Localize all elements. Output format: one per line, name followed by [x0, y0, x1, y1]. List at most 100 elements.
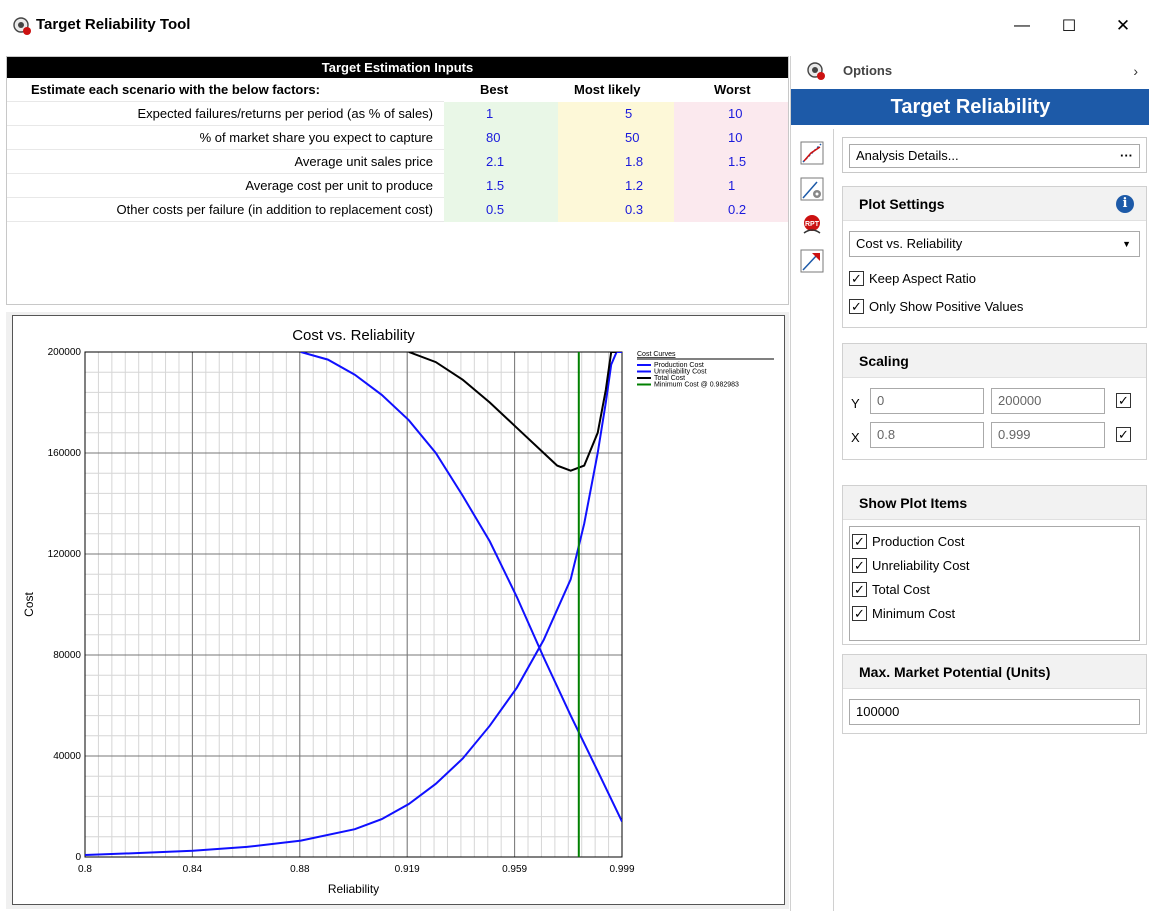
input-row-label: % of market share you expect to capture	[199, 130, 433, 145]
plot-item-row[interactable]: ✓ Total Cost	[852, 578, 930, 600]
keep-aspect-ratio-checkbox[interactable]: ✓	[849, 270, 864, 286]
column-header-factors: Estimate each scenario with the below fa…	[31, 82, 320, 97]
x-axis-label: X	[851, 430, 860, 445]
chart-title: Cost vs. Reliability	[292, 327, 415, 344]
keep-aspect-ratio-row[interactable]: ✓ Keep Aspect Ratio	[849, 267, 976, 289]
best-value-cell[interactable]: 80	[444, 126, 558, 150]
max-market-potential-title: Max. Market Potential (Units)	[843, 655, 1146, 689]
plot-line-icon[interactable]	[800, 141, 824, 165]
tool-strip: RPT	[791, 129, 834, 911]
plot-item-label: Production Cost	[872, 533, 965, 549]
plot-item-checkbox[interactable]: ✓	[852, 533, 867, 549]
cost-vs-reliability-chart[interactable]: 0.8 0.84 0.88 0.919 0.959 0.999 0 40000 80000 120…	[13, 316, 786, 906]
worst-value-cell[interactable]: 1	[674, 174, 788, 198]
options-icon	[807, 62, 825, 80]
best-value-cell[interactable]: 1	[444, 102, 558, 126]
y-axis-label: Y	[851, 396, 860, 411]
input-row-label: Average cost per unit to produce	[245, 178, 433, 193]
most-likely-value-cell[interactable]: 1.8	[558, 150, 674, 174]
column-header-most-likely: Most likely	[558, 78, 674, 102]
plot-item-checkbox[interactable]: ✓	[852, 557, 867, 573]
dropdown-caret-icon: ▼	[1122, 239, 1131, 249]
only-positive-label: Only Show Positive Values	[869, 298, 1024, 314]
column-header-worst: Worst	[674, 78, 788, 102]
worst-value-cell[interactable]: 1.5	[674, 150, 788, 174]
plot-settings-title: Plot Settings i	[843, 187, 1146, 221]
plot-item-checkbox[interactable]: ✓	[852, 581, 867, 597]
x-tick-label: 0.84	[183, 864, 203, 875]
plot-item-row[interactable]: ✓ Unreliability Cost	[852, 554, 970, 576]
best-value-cell[interactable]: 2.1	[444, 150, 558, 174]
scaling-title: Scaling	[843, 344, 1146, 378]
x-max-input[interactable]: 0.999	[991, 422, 1105, 448]
target-estimation-inputs: Target Estimation Inputs Estimate each s…	[6, 56, 789, 305]
options-sidebar: Options › Target Reliability RPT Analysi…	[790, 56, 1149, 911]
input-row: % of market share you expect to capture 8…	[7, 126, 788, 150]
input-row: Average unit sales price 2.1 1.8 1.5	[7, 150, 788, 174]
y-axis-title: Cost	[22, 592, 36, 617]
plot-settings-icon[interactable]	[800, 177, 824, 201]
options-toggle[interactable]: Options ›	[791, 56, 1149, 86]
plot-item-row[interactable]: ✓ Minimum Cost	[852, 602, 955, 624]
input-row: Other costs per failure (in addition to …	[7, 198, 788, 222]
best-value-cell[interactable]: 0.5	[444, 198, 558, 222]
y-tick-label: 80000	[53, 650, 81, 661]
x-min-input[interactable]: 0.8	[870, 422, 984, 448]
analysis-details-button[interactable]: Analysis Details... ···	[849, 144, 1140, 168]
worst-value-cell[interactable]: 10	[674, 126, 788, 150]
plot-type-select[interactable]: Cost vs. Reliability ▼	[849, 231, 1140, 257]
target-reliability-banner: Target Reliability	[791, 89, 1149, 125]
plot-item-label: Unreliability Cost	[872, 557, 970, 573]
x-axis-title: Reliability	[328, 882, 379, 896]
y-scale-checkbox[interactable]: ✓	[1116, 393, 1131, 408]
y-tick-label: 120000	[48, 549, 82, 560]
worst-value-cell[interactable]: 0.2	[674, 198, 788, 222]
options-label: Options	[843, 63, 893, 78]
plot-type-value: Cost vs. Reliability	[856, 236, 963, 251]
show-plot-items-title: Show Plot Items	[843, 486, 1146, 520]
app-icon	[13, 17, 31, 35]
plot-item-label: Minimum Cost	[872, 605, 956, 621]
chart-frame: 0.8 0.84 0.88 0.919 0.959 0.999 0 40000 80000 120…	[12, 315, 785, 905]
x-tick-label: 0.919	[395, 864, 420, 875]
minimize-button[interactable]: —	[1002, 10, 1042, 42]
y-tick-label: 200000	[48, 347, 82, 358]
window-title: Target Reliability Tool	[36, 16, 191, 33]
y-max-input[interactable]: 200000	[991, 388, 1105, 414]
info-icon[interactable]: i	[1116, 195, 1134, 213]
close-button[interactable]: ✕	[1103, 10, 1143, 42]
most-likely-value-cell[interactable]: 0.3	[558, 198, 674, 222]
x-tick-label: 0.959	[502, 864, 527, 875]
plot-items-list: ✓ Production Cost ✓ Unreliability Cost ✓ Tota…	[849, 526, 1140, 641]
max-market-potential-input[interactable]: 100000	[849, 699, 1140, 725]
plot-settings-group: Plot Settings i Cost vs. Reliability ▼ ✓…	[842, 186, 1147, 328]
input-row-label: Average unit sales price	[294, 154, 433, 169]
chevron-right-icon: ›	[1133, 63, 1138, 79]
svg-text:RPT: RPT	[805, 221, 820, 228]
plot-item-checkbox[interactable]: ✓	[852, 605, 867, 621]
x-scale-checkbox[interactable]: ✓	[1116, 427, 1131, 442]
most-likely-value-cell[interactable]: 5	[558, 102, 674, 126]
legend-entry: Minimum Cost @ 0.982983	[654, 382, 739, 389]
input-row: Average cost per unit to produce 1.5 1.2 1	[7, 174, 788, 198]
column-header-best: Best	[444, 78, 558, 102]
worst-value-cell[interactable]: 10	[674, 102, 788, 126]
x-tick-label: 0.999	[609, 864, 634, 875]
analysis-details-group: Analysis Details... ···	[842, 137, 1147, 173]
keep-aspect-ratio-label: Keep Aspect Ratio	[869, 270, 976, 286]
most-likely-value-cell[interactable]: 50	[558, 126, 674, 150]
legend-title: Cost Curves	[637, 351, 676, 358]
most-likely-value-cell[interactable]: 1.2	[558, 174, 674, 198]
only-positive-row[interactable]: ✓ Only Show Positive Values	[849, 295, 1023, 317]
plot-export-icon[interactable]	[800, 249, 824, 273]
plot-item-label: Total Cost	[872, 581, 930, 597]
maximize-button[interactable]: ☐	[1049, 10, 1089, 42]
max-market-potential-group: Max. Market Potential (Units) 100000	[842, 654, 1147, 734]
report-icon[interactable]: RPT	[800, 213, 824, 237]
show-plot-items-group: Show Plot Items ✓ Production Cost ✓ Unrelia…	[842, 485, 1147, 645]
y-tick-label: 160000	[48, 448, 82, 459]
best-value-cell[interactable]: 1.5	[444, 174, 558, 198]
plot-item-row[interactable]: ✓ Production Cost	[852, 530, 965, 552]
y-min-input[interactable]: 0	[870, 388, 984, 414]
only-positive-checkbox[interactable]: ✓	[849, 298, 864, 314]
